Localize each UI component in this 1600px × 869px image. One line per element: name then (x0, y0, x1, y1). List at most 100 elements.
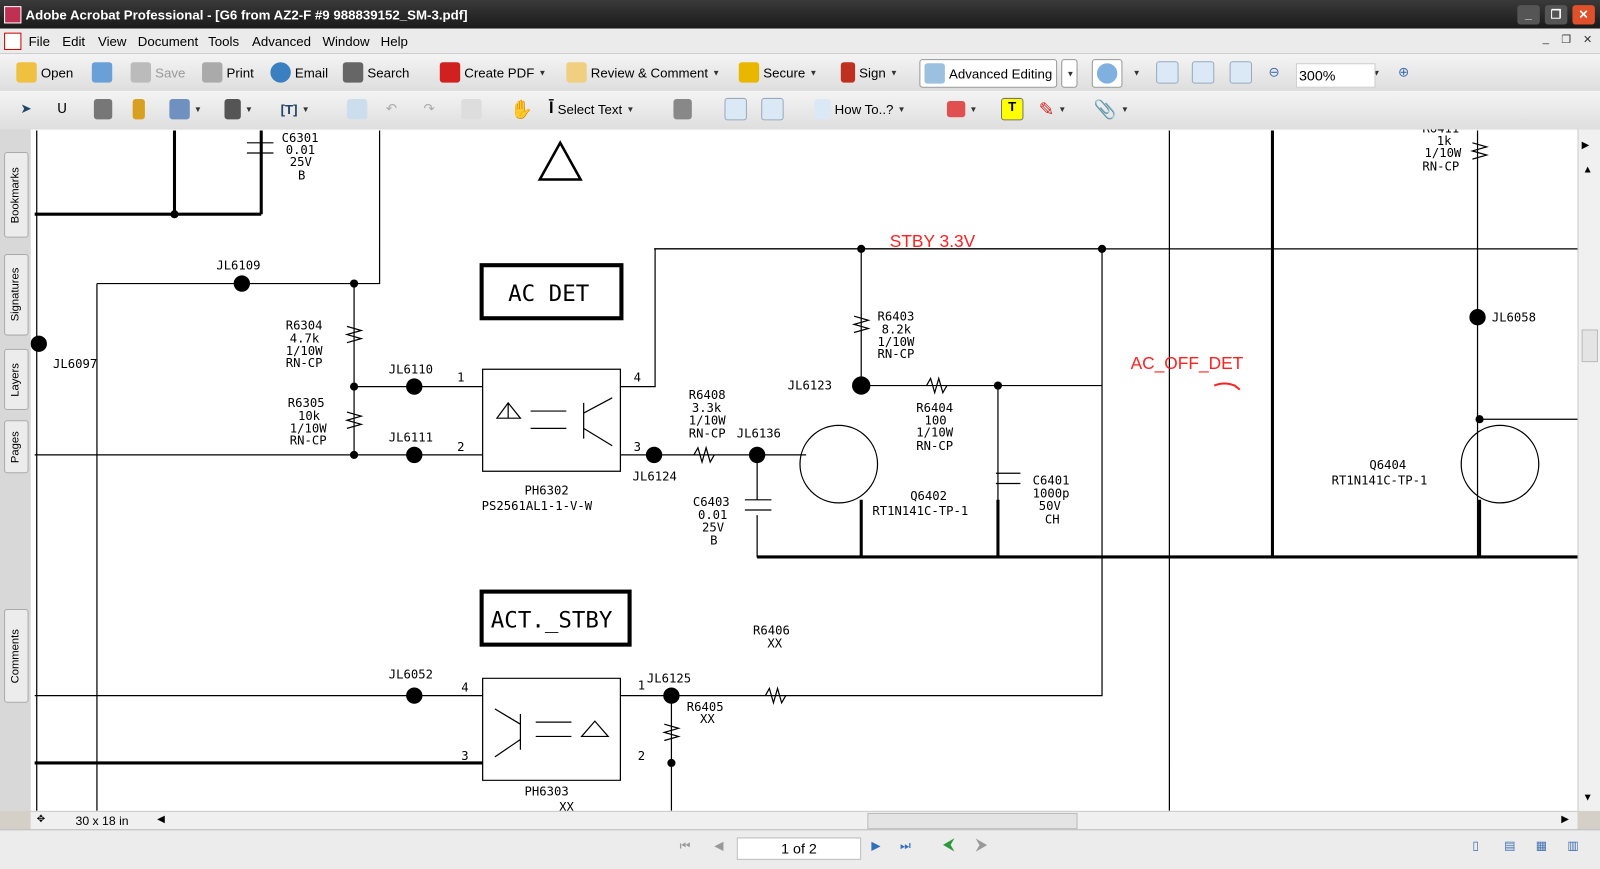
print-button[interactable]: Print (202, 62, 254, 83)
scroll-right-arrow-icon[interactable]: ▶ (1561, 814, 1569, 825)
zoom-in-button[interactable]: ⊕ (1398, 62, 1409, 82)
red-rectangle-icon (946, 100, 966, 118)
redo-icon: ↷ (423, 100, 435, 117)
component-label: JL6125 (647, 671, 691, 685)
menu-file[interactable]: File (29, 34, 50, 49)
zoom-tool-button[interactable] (1091, 59, 1123, 88)
search-button[interactable]: Search (342, 62, 409, 83)
scroll-up-arrow-icon[interactable]: ▲ (1583, 164, 1593, 175)
secure-button[interactable]: Secure ▼ (738, 62, 817, 83)
form-tool-button[interactable]: ▼ (169, 98, 202, 120)
horizontal-scrollbar[interactable]: ✥ 30 x 18 in ◀ ▶ (30, 810, 1578, 831)
sign-button[interactable]: Sign ▼ (840, 62, 898, 83)
link-tool-button[interactable] (132, 98, 145, 120)
rectangle-comment-button[interactable]: ▼ (946, 99, 977, 119)
zoom-tool-dropdown[interactable]: ▼ (1133, 62, 1141, 82)
tab-comments[interactable]: Comments (4, 608, 29, 703)
copy-icon (461, 98, 482, 120)
pencil-button[interactable]: ✎ ▼ (1039, 98, 1067, 119)
select-text-button[interactable]: Ī Select Text ▼ (549, 99, 634, 119)
spell-check-button[interactable] (346, 98, 368, 120)
menu-window[interactable]: Window (322, 34, 369, 49)
scroll-right-arrow-icon[interactable]: ▶ (1582, 140, 1590, 151)
component-label: JL6052 (389, 667, 433, 681)
component-label: C6403 (693, 495, 730, 509)
facing-view-button[interactable]: ▦ (1536, 838, 1548, 852)
chevron-down-icon[interactable]: ▼ (809, 68, 817, 77)
vertical-scrollbar[interactable]: ▶ ▲ ▼ (1577, 129, 1600, 811)
doc-close-button[interactable]: ✕ (1580, 33, 1596, 49)
minimize-button[interactable]: _ (1517, 5, 1540, 25)
previous-view-button[interactable]: ⮜ (943, 836, 955, 854)
next-page-button[interactable]: ▶ (871, 838, 880, 852)
continuous-view-button[interactable]: ▤ (1504, 838, 1516, 852)
email-button[interactable]: Email (270, 62, 328, 83)
text-box-button[interactable]: T (1001, 97, 1024, 121)
save-button[interactable]: Save (130, 62, 185, 83)
page-number-field[interactable]: 1 of 2 (736, 837, 862, 860)
menu-view[interactable]: View (98, 34, 127, 49)
extract-page-icon (724, 97, 747, 121)
previous-page-button[interactable]: ◀ (714, 838, 723, 852)
menu-edit[interactable]: Edit (62, 34, 85, 49)
single-page-view-button[interactable]: ▯ (1472, 838, 1479, 852)
first-page-button[interactable]: ⏮ (680, 838, 691, 853)
undo-button[interactable]: ↶ (386, 99, 397, 119)
review-comment-button[interactable]: Review & Comment ▼ (566, 62, 720, 83)
tab-layers[interactable]: Layers (4, 348, 29, 411)
next-view-button[interactable]: ⮞ (976, 836, 988, 854)
chevron-down-icon[interactable]: ▼ (712, 68, 720, 77)
organizer-button[interactable] (91, 62, 113, 83)
zoom-out-button[interactable]: ⊖ (1268, 62, 1279, 82)
paperclip-icon: 📎 (1093, 98, 1117, 119)
zoom-level-input[interactable] (1295, 63, 1376, 88)
create-pdf-button[interactable]: Create PDF ▼ (439, 62, 546, 83)
open-button[interactable]: Open (16, 62, 73, 83)
doc-restore-button[interactable]: ❐ (1558, 33, 1574, 49)
crop-tool-button[interactable] (93, 98, 113, 120)
movie-tool-button[interactable]: ▼ (224, 98, 253, 120)
document-view[interactable]: AC DET ACT._STBY STBY 3.3V AC_OFF_DET C6… (30, 129, 1578, 811)
select-tool-button[interactable]: ➤ (20, 99, 31, 119)
extract-pages-button[interactable] (724, 97, 747, 121)
advanced-editing-button[interactable]: Advanced Editing (919, 59, 1058, 88)
fit-page-button[interactable] (1191, 61, 1215, 84)
attach-button[interactable]: 📎 ▼ (1093, 98, 1129, 119)
continuous-facing-view-button[interactable]: ▥ (1567, 838, 1579, 852)
window-title: Adobe Acrobat Professional - [G6 from AZ… (25, 7, 468, 23)
copy-button[interactable] (461, 98, 482, 120)
doc-minimize-button[interactable]: _ (1538, 33, 1554, 49)
tab-signatures[interactable]: Signatures (4, 253, 29, 336)
close-button[interactable]: ✕ (1572, 5, 1595, 25)
menu-help[interactable]: Help (381, 34, 408, 49)
scroll-left-arrow-icon[interactable]: ◀ (157, 814, 165, 825)
menu-tools[interactable]: Tools (208, 34, 239, 49)
component-label: XX (559, 800, 574, 811)
redo-button[interactable]: ↷ (423, 99, 434, 119)
hand-tool-button[interactable]: ✋ (510, 98, 533, 119)
tab-bookmarks[interactable]: Bookmarks (4, 151, 29, 238)
menu-document[interactable]: Document (138, 34, 198, 49)
component-labels: C63010.0125VBJL6109JL6097R63044.7k1/10WR… (53, 130, 1536, 811)
lock-icon (738, 62, 760, 83)
vertical-scroll-thumb[interactable] (1581, 329, 1598, 363)
fit-width-button[interactable] (1229, 61, 1253, 84)
text-field-button[interactable]: [T] ▼ (281, 99, 310, 119)
tab-pages[interactable]: Pages (4, 420, 29, 474)
advanced-editing-dropdown[interactable]: ▼ (1061, 59, 1078, 88)
touchup-tool-button[interactable]: Ս (57, 99, 67, 119)
scroll-down-arrow-icon[interactable]: ▼ (1583, 793, 1593, 804)
menu-advanced[interactable]: Advanced (252, 34, 311, 49)
last-page-button[interactable]: ⏭ (900, 838, 911, 853)
component-label: RN-CP (290, 434, 327, 448)
chevron-down-icon[interactable]: ▼ (538, 68, 546, 77)
restore-button[interactable]: ❐ (1544, 5, 1568, 25)
chevron-down-icon[interactable]: ▼ (890, 68, 898, 77)
actual-size-button[interactable] (1156, 61, 1179, 84)
component-label: PS2561AL1-1-V-W (482, 499, 593, 513)
spellcheck-icon (346, 98, 368, 120)
how-to-button[interactable]: How To..? ▼ (814, 98, 906, 120)
snapshot-button[interactable] (673, 98, 692, 120)
insert-pages-button[interactable] (761, 97, 784, 121)
horizontal-scroll-thumb[interactable] (867, 812, 1078, 830)
